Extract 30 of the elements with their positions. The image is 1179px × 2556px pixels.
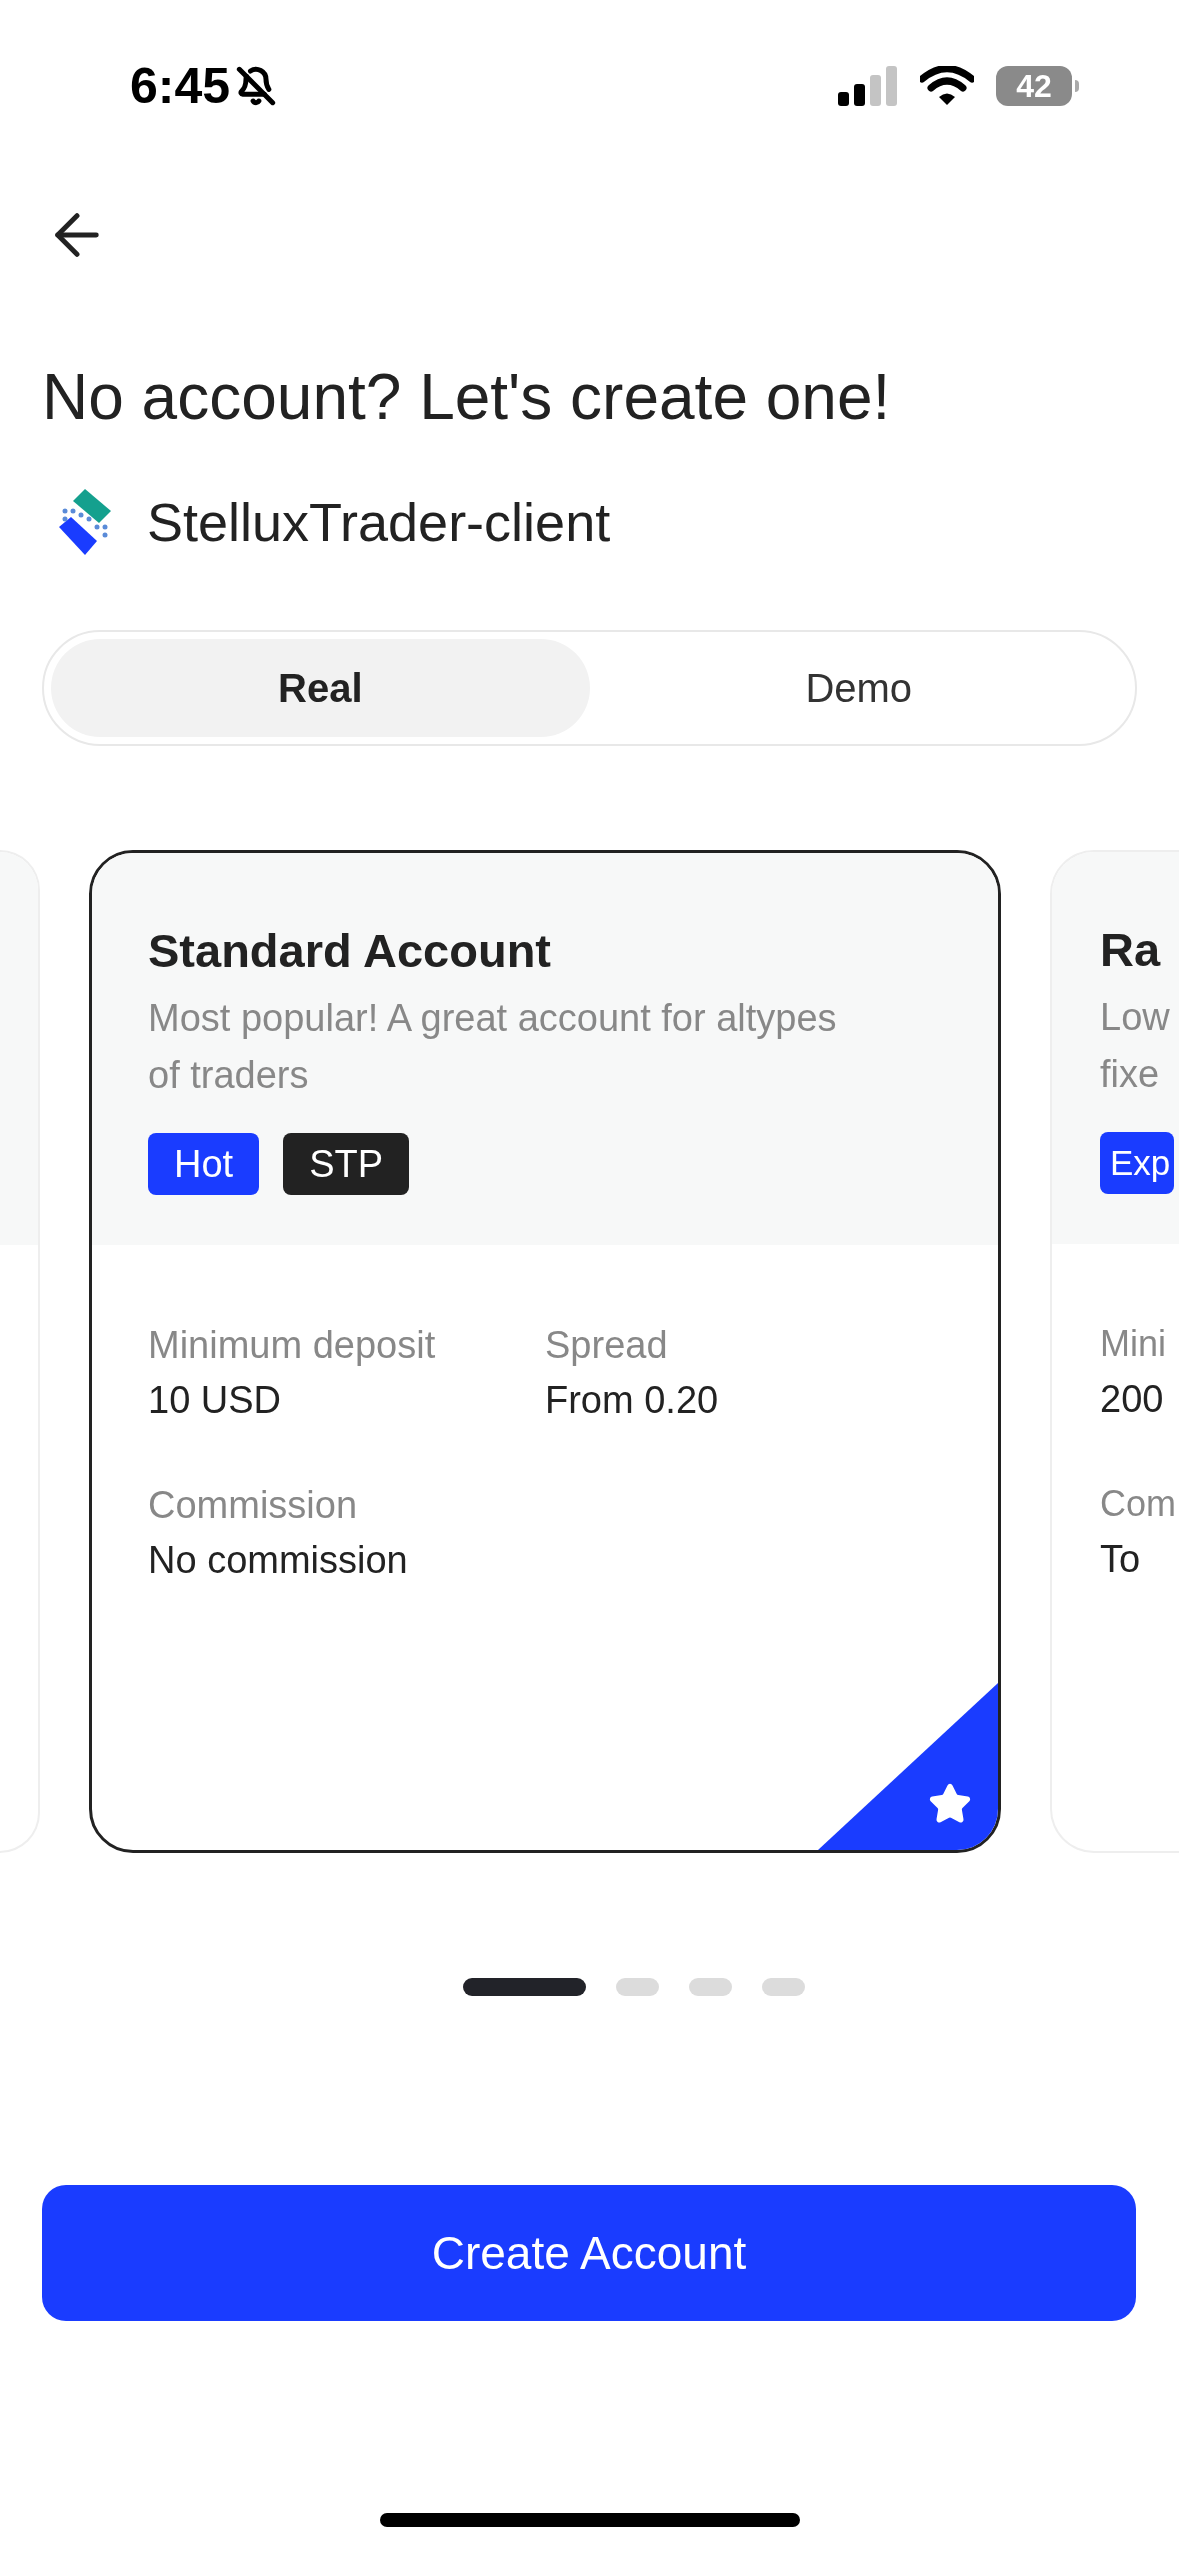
- card-description: fixe: [1100, 1052, 1161, 1097]
- brand-name: StelluxTrader-client: [147, 490, 611, 554]
- card-title: Ra: [1100, 922, 1162, 978]
- field-value: 200: [1100, 1377, 1165, 1422]
- create-account-button[interactable]: Create Account: [42, 2185, 1136, 2321]
- field-value: To: [1100, 1537, 1142, 1582]
- card-description: Most popular! A great account for altypes: [148, 996, 838, 1041]
- account-card[interactable]: Ra Low fixe Exp Mini 200 Com To: [1050, 850, 1179, 1853]
- field-value: 10 USD: [148, 1378, 283, 1423]
- tag-label: Hot: [148, 1133, 260, 1195]
- field-label: Commission: [148, 1483, 359, 1528]
- signal-icon: [838, 66, 898, 106]
- tag-label: Exp: [1100, 1132, 1175, 1194]
- status-time: 6:45: [130, 56, 231, 116]
- card-description: of traders: [148, 1053, 310, 1098]
- tab[interactable]: Real: [51, 639, 590, 737]
- field-label: Spread: [545, 1323, 669, 1368]
- field-label: Mini: [1100, 1322, 1167, 1366]
- wifi-icon: [920, 66, 974, 106]
- battery-indicator: 42: [996, 66, 1072, 106]
- field-value: From 0.20: [545, 1378, 720, 1423]
- bell-off-icon: [236, 66, 277, 106]
- tag-label: STP: [283, 1133, 410, 1195]
- account-card[interactable]: Standard Account Most popular! A great account for altypes of traders Hot STP Minimum deposit 10 USD Spread From 0.20 Commission No commission: [89, 850, 1001, 1853]
- field-value: No commission: [148, 1538, 409, 1583]
- field-label: Com: [1100, 1482, 1177, 1526]
- field-label: Minimum deposit: [148, 1323, 437, 1368]
- card-title: Standard Account: [148, 923, 552, 979]
- page-title: No account? Let's create one!: [41, 361, 892, 433]
- card-description: Low: [1100, 995, 1171, 1040]
